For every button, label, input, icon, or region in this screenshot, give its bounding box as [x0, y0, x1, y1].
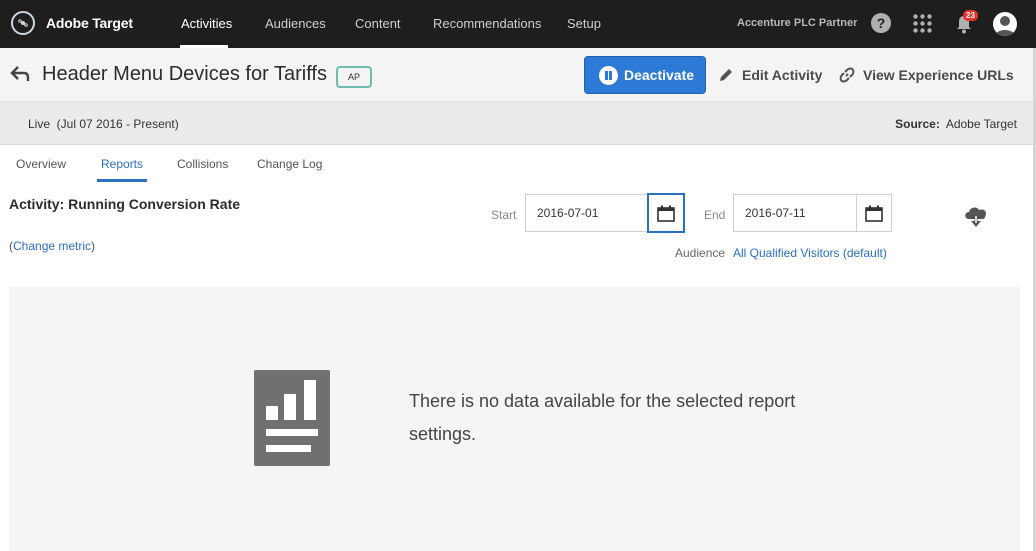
end-date-input[interactable] — [733, 194, 857, 232]
tab-reports[interactable]: Reports — [101, 157, 143, 171]
start-date-label: Start — [491, 208, 517, 222]
nav-activities[interactable]: Activities — [181, 16, 232, 31]
notification-badge: 23 — [963, 10, 978, 21]
nav-setup[interactable]: Setup — [567, 16, 601, 31]
audience-selector[interactable]: All Qualified Visitors (default) — [733, 246, 887, 260]
adobe-target-logo-icon — [11, 11, 35, 35]
back-arrow-icon[interactable] — [10, 65, 30, 83]
user-avatar-icon[interactable] — [993, 12, 1017, 36]
tab-collisions[interactable]: Collisions — [177, 157, 228, 171]
deactivate-label: Deactivate — [624, 67, 695, 83]
pencil-icon — [720, 69, 732, 81]
partner-label: Accenture PLC Partner — [737, 17, 858, 29]
page-title: Header Menu Devices for Tariffs — [42, 63, 327, 85]
link-icon — [839, 67, 855, 83]
end-date-calendar-button[interactable] — [856, 194, 892, 232]
end-date-label: End — [704, 208, 726, 222]
edit-activity-label: Edit Activity — [742, 67, 823, 83]
deactivate-button[interactable]: Deactivate — [584, 56, 706, 94]
pause-icon — [599, 65, 618, 85]
nav-recommendations[interactable]: Recommendations — [433, 16, 541, 31]
cloud-download-icon[interactable] — [963, 203, 989, 231]
help-icon[interactable]: ? — [871, 13, 891, 33]
tab-change-log[interactable]: Change Log — [257, 157, 322, 171]
bar-chart-report-icon — [254, 370, 330, 466]
source-value: Adobe Target — [945, 117, 1017, 131]
source-label: Source: — [895, 117, 940, 131]
nav-audiences[interactable]: Audiences — [265, 16, 326, 31]
start-date-calendar-button[interactable] — [648, 194, 684, 232]
activity-type-badge: AP — [336, 66, 372, 88]
change-metric: (Change metric) — [9, 239, 95, 253]
change-metric-close-paren: ) — [91, 239, 96, 253]
empty-state-message: There is no data available for the selec… — [409, 391, 796, 444]
top-navigation-bar: Adobe Target Activities Audiences Conten… — [0, 0, 1036, 48]
activity-header: Header Menu Devices for Tariffs AP Deact… — [0, 48, 1036, 102]
report-empty-state: There is no data available for the selec… — [9, 287, 1020, 551]
activity-status: Live (Jul 07 2016 - Present) — [28, 117, 179, 131]
view-experience-urls-label: View Experience URLs — [863, 67, 1014, 83]
change-metric-link[interactable]: Change metric — [13, 239, 91, 253]
audience-label: Audience — [675, 246, 726, 260]
view-experience-urls-button[interactable]: View Experience URLs — [838, 66, 1014, 84]
nav-content[interactable]: Content — [355, 16, 401, 31]
tab-overview[interactable]: Overview — [16, 157, 66, 171]
brand[interactable]: Adobe Target — [11, 11, 133, 35]
tab-active-indicator — [97, 179, 147, 182]
edit-activity-button[interactable]: Edit Activity — [717, 66, 822, 84]
calendar-icon — [865, 205, 883, 222]
start-date-input[interactable] — [525, 194, 648, 232]
source-info: Source: Adobe Target — [895, 117, 1017, 131]
brand-name: Adobe Target — [46, 15, 133, 31]
metric-title: Activity: Running Conversion Rate — [9, 196, 241, 212]
calendar-icon — [657, 205, 675, 222]
status-bar: Live (Jul 07 2016 - Present) Source: Adob… — [0, 102, 1036, 145]
apps-grid-icon[interactable] — [913, 14, 932, 33]
